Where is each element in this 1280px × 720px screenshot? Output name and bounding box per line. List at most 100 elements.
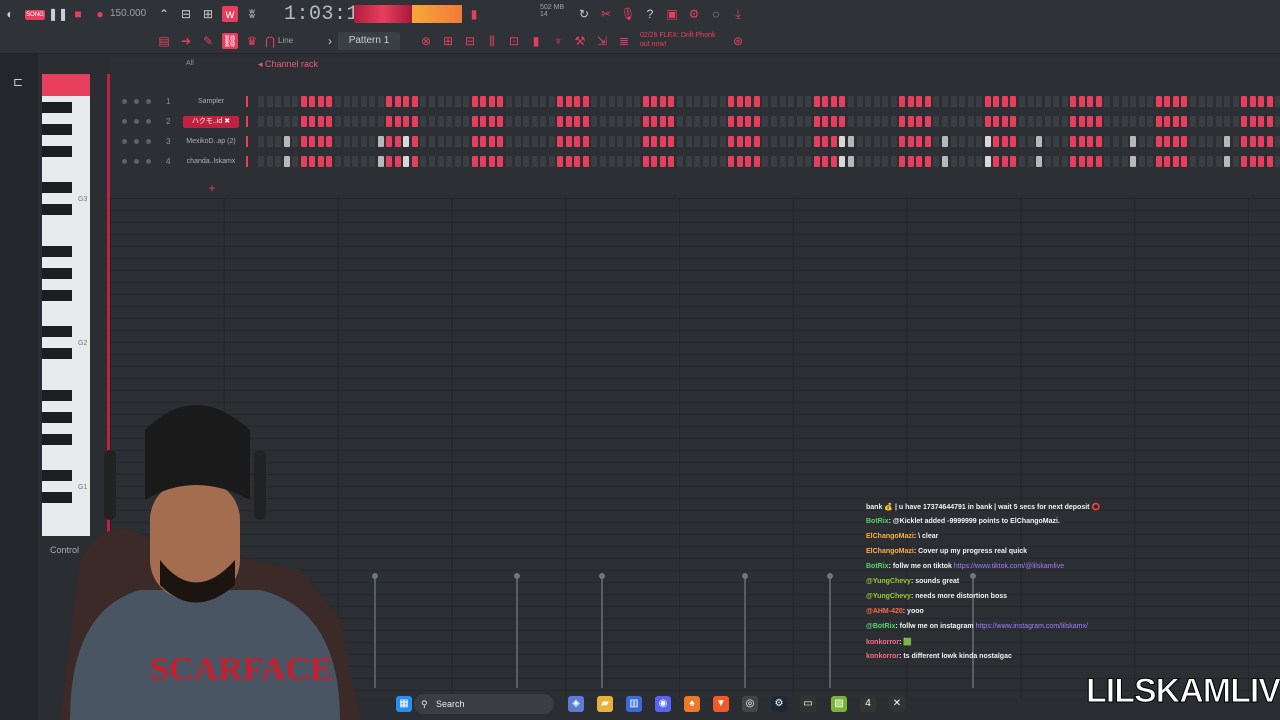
step-button[interactable] — [334, 136, 341, 147]
step-button[interactable] — [1018, 136, 1025, 147]
step-button[interactable] — [899, 156, 906, 167]
mixer-icon[interactable]: ✂ — [598, 6, 614, 22]
app-icon[interactable]: ▭ — [800, 696, 816, 712]
step-button[interactable] — [1087, 116, 1094, 127]
step-button[interactable] — [514, 116, 521, 127]
chat-icon[interactable]: ◌ — [708, 6, 724, 22]
step-button[interactable] — [1104, 136, 1111, 147]
step-button[interactable] — [1061, 136, 1068, 147]
step-button[interactable] — [762, 156, 769, 167]
step-button[interactable] — [847, 136, 854, 147]
channel-number[interactable]: 1 — [166, 97, 170, 106]
step-button[interactable] — [446, 96, 453, 107]
loop-record-icon[interactable]: ⊟ — [178, 6, 194, 22]
channel-button[interactable] — [134, 159, 139, 164]
control-lane-handle[interactable] — [514, 573, 520, 579]
step-button[interactable] — [497, 136, 504, 147]
channel-number[interactable]: 2 — [166, 117, 170, 126]
step-button[interactable] — [1078, 136, 1085, 147]
step-button[interactable] — [360, 96, 367, 107]
step-button[interactable] — [608, 116, 615, 127]
step-button[interactable] — [531, 136, 538, 147]
fl-logo-icon[interactable]: ◐ — [2, 6, 18, 22]
view-arrow-icon[interactable]: ⇲ — [594, 33, 610, 49]
step-button[interactable] — [933, 96, 940, 107]
step-button[interactable] — [582, 136, 589, 147]
step-button[interactable] — [822, 136, 829, 147]
step-button[interactable] — [856, 156, 863, 167]
step-button[interactable] — [634, 116, 641, 127]
step-button[interactable] — [899, 96, 906, 107]
step-button[interactable] — [813, 136, 820, 147]
black-key[interactable] — [42, 290, 72, 301]
step-button[interactable] — [1130, 96, 1137, 107]
step-button[interactable] — [685, 96, 692, 107]
step-button[interactable] — [668, 136, 675, 147]
step-button[interactable] — [394, 136, 401, 147]
step-button[interactable] — [437, 156, 444, 167]
step-button[interactable] — [1198, 156, 1205, 167]
step-button[interactable] — [753, 136, 760, 147]
step-button[interactable] — [514, 156, 521, 167]
step-button[interactable] — [1010, 96, 1017, 107]
step-button[interactable] — [1044, 116, 1051, 127]
step-button[interactable] — [702, 136, 709, 147]
step-button[interactable] — [514, 136, 521, 147]
step-button[interactable] — [839, 156, 846, 167]
step-button[interactable] — [702, 116, 709, 127]
step-button[interactable] — [1130, 156, 1137, 167]
step-button[interactable] — [497, 156, 504, 167]
step-button[interactable] — [326, 156, 333, 167]
step-button[interactable] — [343, 136, 350, 147]
step-button[interactable] — [993, 116, 1000, 127]
step-button[interactable] — [1010, 156, 1017, 167]
step-button[interactable] — [1249, 136, 1256, 147]
step-button[interactable] — [591, 96, 598, 107]
step-button[interactable] — [976, 96, 983, 107]
step-button[interactable] — [1164, 136, 1171, 147]
step-button[interactable] — [728, 116, 735, 127]
step-button[interactable] — [993, 156, 1000, 167]
step-button[interactable] — [1147, 116, 1154, 127]
step-button[interactable] — [343, 96, 350, 107]
step-button[interactable] — [514, 96, 521, 107]
step-button[interactable] — [830, 116, 837, 127]
step-button[interactable] — [437, 96, 444, 107]
step-button[interactable] — [1070, 96, 1077, 107]
step-button[interactable] — [899, 136, 906, 147]
step-button[interactable] — [317, 116, 324, 127]
capcut-icon[interactable]: ✕ — [889, 696, 905, 712]
step-button[interactable] — [403, 136, 410, 147]
step-button[interactable] — [676, 156, 683, 167]
step-button[interactable] — [548, 116, 555, 127]
step-button[interactable] — [1078, 96, 1085, 107]
step-button[interactable] — [1036, 156, 1043, 167]
step-button[interactable] — [283, 136, 290, 147]
chat-username[interactable]: konkorror — [866, 639, 899, 646]
step-button[interactable] — [454, 116, 461, 127]
step-button[interactable] — [557, 136, 564, 147]
step-button[interactable] — [1189, 136, 1196, 147]
step-button[interactable] — [377, 136, 384, 147]
step-button[interactable] — [779, 136, 786, 147]
step-button[interactable] — [1044, 96, 1051, 107]
step-button[interactable] — [591, 136, 598, 147]
step-button[interactable] — [822, 96, 829, 107]
channel-name-button[interactable]: MexikoD..ap (2) — [183, 136, 239, 148]
step-button[interactable] — [582, 156, 589, 167]
step-button[interactable] — [617, 116, 624, 127]
step-button[interactable] — [890, 96, 897, 107]
step-button[interactable] — [548, 136, 555, 147]
step-button[interactable] — [540, 156, 547, 167]
step-button[interactable] — [813, 116, 820, 127]
channel-button[interactable] — [134, 99, 139, 104]
step-button[interactable] — [352, 136, 359, 147]
step-button[interactable] — [480, 116, 487, 127]
step-button[interactable] — [523, 116, 530, 127]
step-button[interactable] — [300, 156, 307, 167]
step-button[interactable] — [651, 156, 658, 167]
stamp-icon[interactable]: ♛ — [244, 33, 260, 49]
step-button[interactable] — [1078, 116, 1085, 127]
step-button[interactable] — [411, 136, 418, 147]
channel-button[interactable] — [134, 119, 139, 124]
